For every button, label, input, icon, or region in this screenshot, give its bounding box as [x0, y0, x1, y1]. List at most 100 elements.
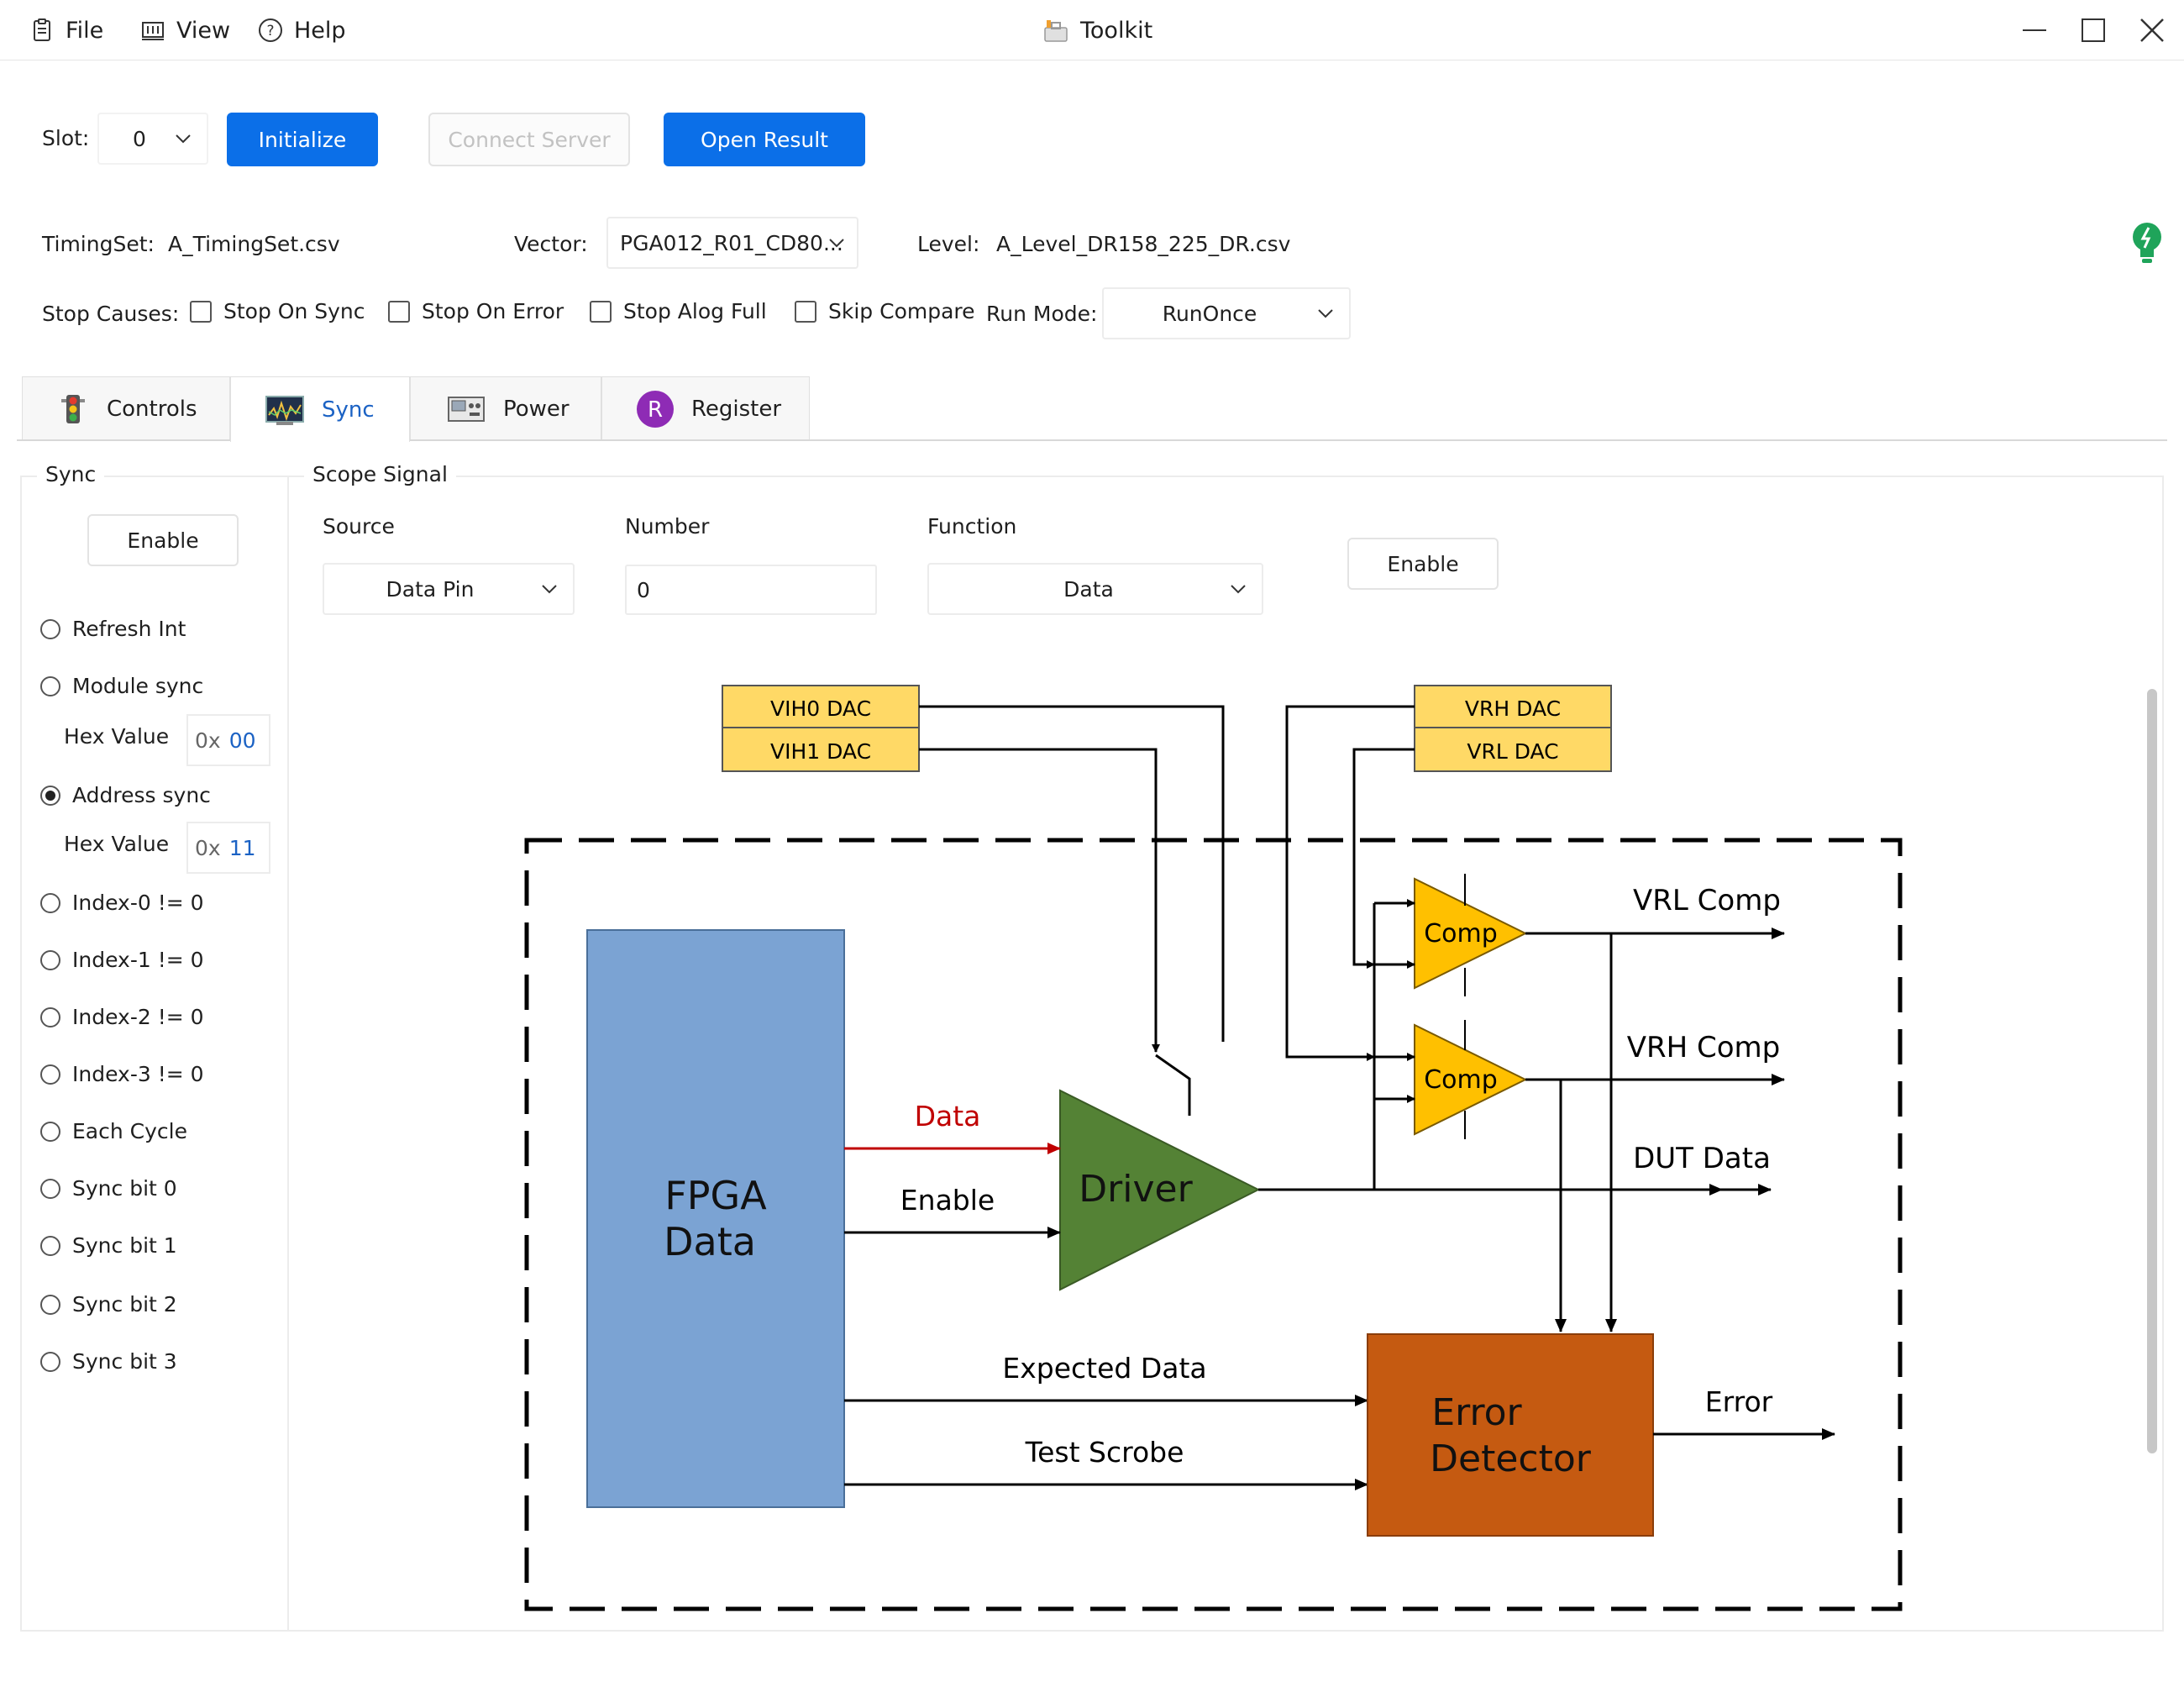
sync-option-radio[interactable]: Sync bit 1	[40, 1233, 177, 1258]
function-select[interactable]: Data	[927, 563, 1263, 615]
number-input[interactable]: 0	[625, 565, 877, 615]
radio-selected-icon	[40, 785, 60, 806]
tab-register[interactable]: R Register	[601, 376, 810, 440]
maximize-button[interactable]	[2075, 12, 2112, 49]
connect-server-button[interactable]: Connect Server	[428, 113, 630, 166]
traffic-light-icon	[61, 394, 85, 423]
radio-unselected-icon	[40, 675, 60, 696]
slot-select[interactable]: 0	[97, 113, 208, 165]
checkbox-box	[388, 300, 410, 323]
menu-help-label: Help	[294, 17, 346, 44]
number-value: 0	[637, 577, 650, 602]
menu-help[interactable]: ? Help	[257, 13, 346, 47]
radio-unselected-icon	[40, 1006, 60, 1027]
module-hex-input[interactable]: 0x 00	[186, 714, 270, 766]
stop-on-error-checkbox[interactable]: Stop On Error	[388, 299, 564, 323]
tab-sync-label: Sync	[322, 397, 375, 423]
radio-unselected-icon	[40, 1351, 60, 1372]
window-title: Toolkit	[1042, 13, 1152, 47]
address-hex-input[interactable]: 0x 11	[186, 822, 270, 874]
waveform-monitor-icon	[265, 395, 304, 425]
menu-file[interactable]: File	[29, 13, 103, 47]
timingset-value: A_TimingSet.csv	[168, 232, 340, 256]
menu-view[interactable]: View	[139, 13, 230, 47]
sync-option-radio[interactable]: Module sync	[40, 674, 203, 698]
sync-option-label: Index-0 != 0	[72, 891, 204, 915]
stop-on-error-label: Stop On Error	[422, 299, 564, 323]
sync-option-label: Each Cycle	[72, 1119, 187, 1143]
sync-option-radio[interactable]: Index-1 != 0	[40, 948, 204, 972]
chevron-down-icon	[1318, 309, 1333, 318]
register-icon: R	[637, 390, 674, 428]
sync-option-label: Sync bit 3	[72, 1349, 177, 1374]
chevron-down-icon	[829, 239, 844, 248]
minimize-button[interactable]	[2016, 12, 2053, 49]
svg-text:?: ?	[266, 23, 274, 39]
checkbox-box	[190, 300, 212, 323]
number-label: Number	[625, 514, 710, 539]
menu-view-label: View	[176, 17, 231, 44]
initialize-button[interactable]: Initialize	[227, 113, 378, 166]
scope-enable-button[interactable]: Enable	[1347, 538, 1499, 590]
vector-select[interactable]: PGA012_R01_CD80...	[606, 217, 858, 269]
status-bulb-icon	[2133, 223, 2161, 263]
stop-causes-label: Stop Causes:	[42, 302, 180, 326]
maximize-icon	[2082, 18, 2105, 42]
tab-power[interactable]: Power	[410, 376, 601, 440]
close-button[interactable]	[2134, 12, 2171, 49]
radio-unselected-icon	[40, 949, 60, 970]
slot-label: Slot:	[42, 126, 90, 150]
sync-option-label: Address sync	[72, 783, 211, 807]
function-label: Function	[927, 514, 1017, 539]
skip-compare-label: Skip Compare	[828, 299, 975, 323]
run-mode-select[interactable]: RunOnce	[1102, 287, 1351, 339]
source-select[interactable]: Data Pin	[323, 563, 575, 615]
hex-prefix: 0x	[195, 728, 221, 753]
tab-controls-label: Controls	[107, 396, 197, 422]
stop-alog-full-checkbox[interactable]: Stop Alog Full	[590, 299, 767, 323]
run-mode-label: Run Mode:	[986, 302, 1098, 326]
open-result-button[interactable]: Open Result	[664, 113, 865, 166]
scrollbar-thumb[interactable]	[2147, 689, 2157, 1453]
sync-option-label: Refresh Int	[72, 617, 186, 641]
sync-option-radio[interactable]: Sync bit 3	[40, 1349, 177, 1374]
sync-option-radio[interactable]: Sync bit 2	[40, 1292, 177, 1316]
sync-option-radio[interactable]: Refresh Int	[40, 617, 186, 641]
sync-option-radio[interactable]: Index-0 != 0	[40, 891, 204, 915]
radio-unselected-icon	[40, 1064, 60, 1085]
sync-option-radio[interactable]: Sync bit 0	[40, 1176, 177, 1201]
sync-option-radio[interactable]: Index-2 != 0	[40, 1005, 204, 1029]
sync-option-radio[interactable]: Each Cycle	[40, 1119, 187, 1143]
sync-group-title: Sync	[37, 462, 105, 486]
radio-unselected-icon	[40, 1121, 60, 1142]
sync-option-radio[interactable]: Index-3 != 0	[40, 1062, 204, 1086]
radio-unselected-icon	[40, 618, 60, 639]
tab-register-label: Register	[691, 396, 782, 422]
stop-on-sync-checkbox[interactable]: Stop On Sync	[190, 299, 365, 323]
module-hex-value: 00	[228, 728, 256, 753]
level-label: Level:	[917, 232, 980, 256]
sync-option-label: Sync bit 0	[72, 1176, 177, 1201]
function-value: Data	[1063, 576, 1114, 602]
tab-controls[interactable]: Controls	[22, 376, 230, 440]
sync-option-label: Index-2 != 0	[72, 1005, 204, 1029]
address-hex-value: 11	[228, 835, 256, 860]
sync-group	[20, 476, 289, 1632]
radio-unselected-icon	[40, 892, 60, 913]
sync-option-radio[interactable]: Address sync	[40, 783, 211, 807]
sync-enable-button[interactable]: Enable	[87, 514, 239, 566]
skip-compare-checkbox[interactable]: Skip Compare	[795, 299, 975, 323]
checkbox-box	[795, 300, 816, 323]
module-hex-label: Hex Value	[64, 724, 170, 749]
run-mode-value: RunOnce	[1162, 301, 1257, 326]
sync-option-label: Index-1 != 0	[72, 948, 204, 972]
help-icon: ?	[259, 18, 282, 42]
source-value: Data Pin	[386, 576, 475, 602]
tab-sync[interactable]: Sync	[230, 376, 410, 442]
toolkit-icon	[1044, 20, 1068, 42]
chevron-down-icon	[1231, 585, 1246, 594]
window-title-text: Toolkit	[1080, 17, 1153, 44]
sync-option-label: Index-3 != 0	[72, 1062, 204, 1086]
tab-power-label: Power	[503, 396, 570, 422]
radio-unselected-icon	[40, 1235, 60, 1256]
